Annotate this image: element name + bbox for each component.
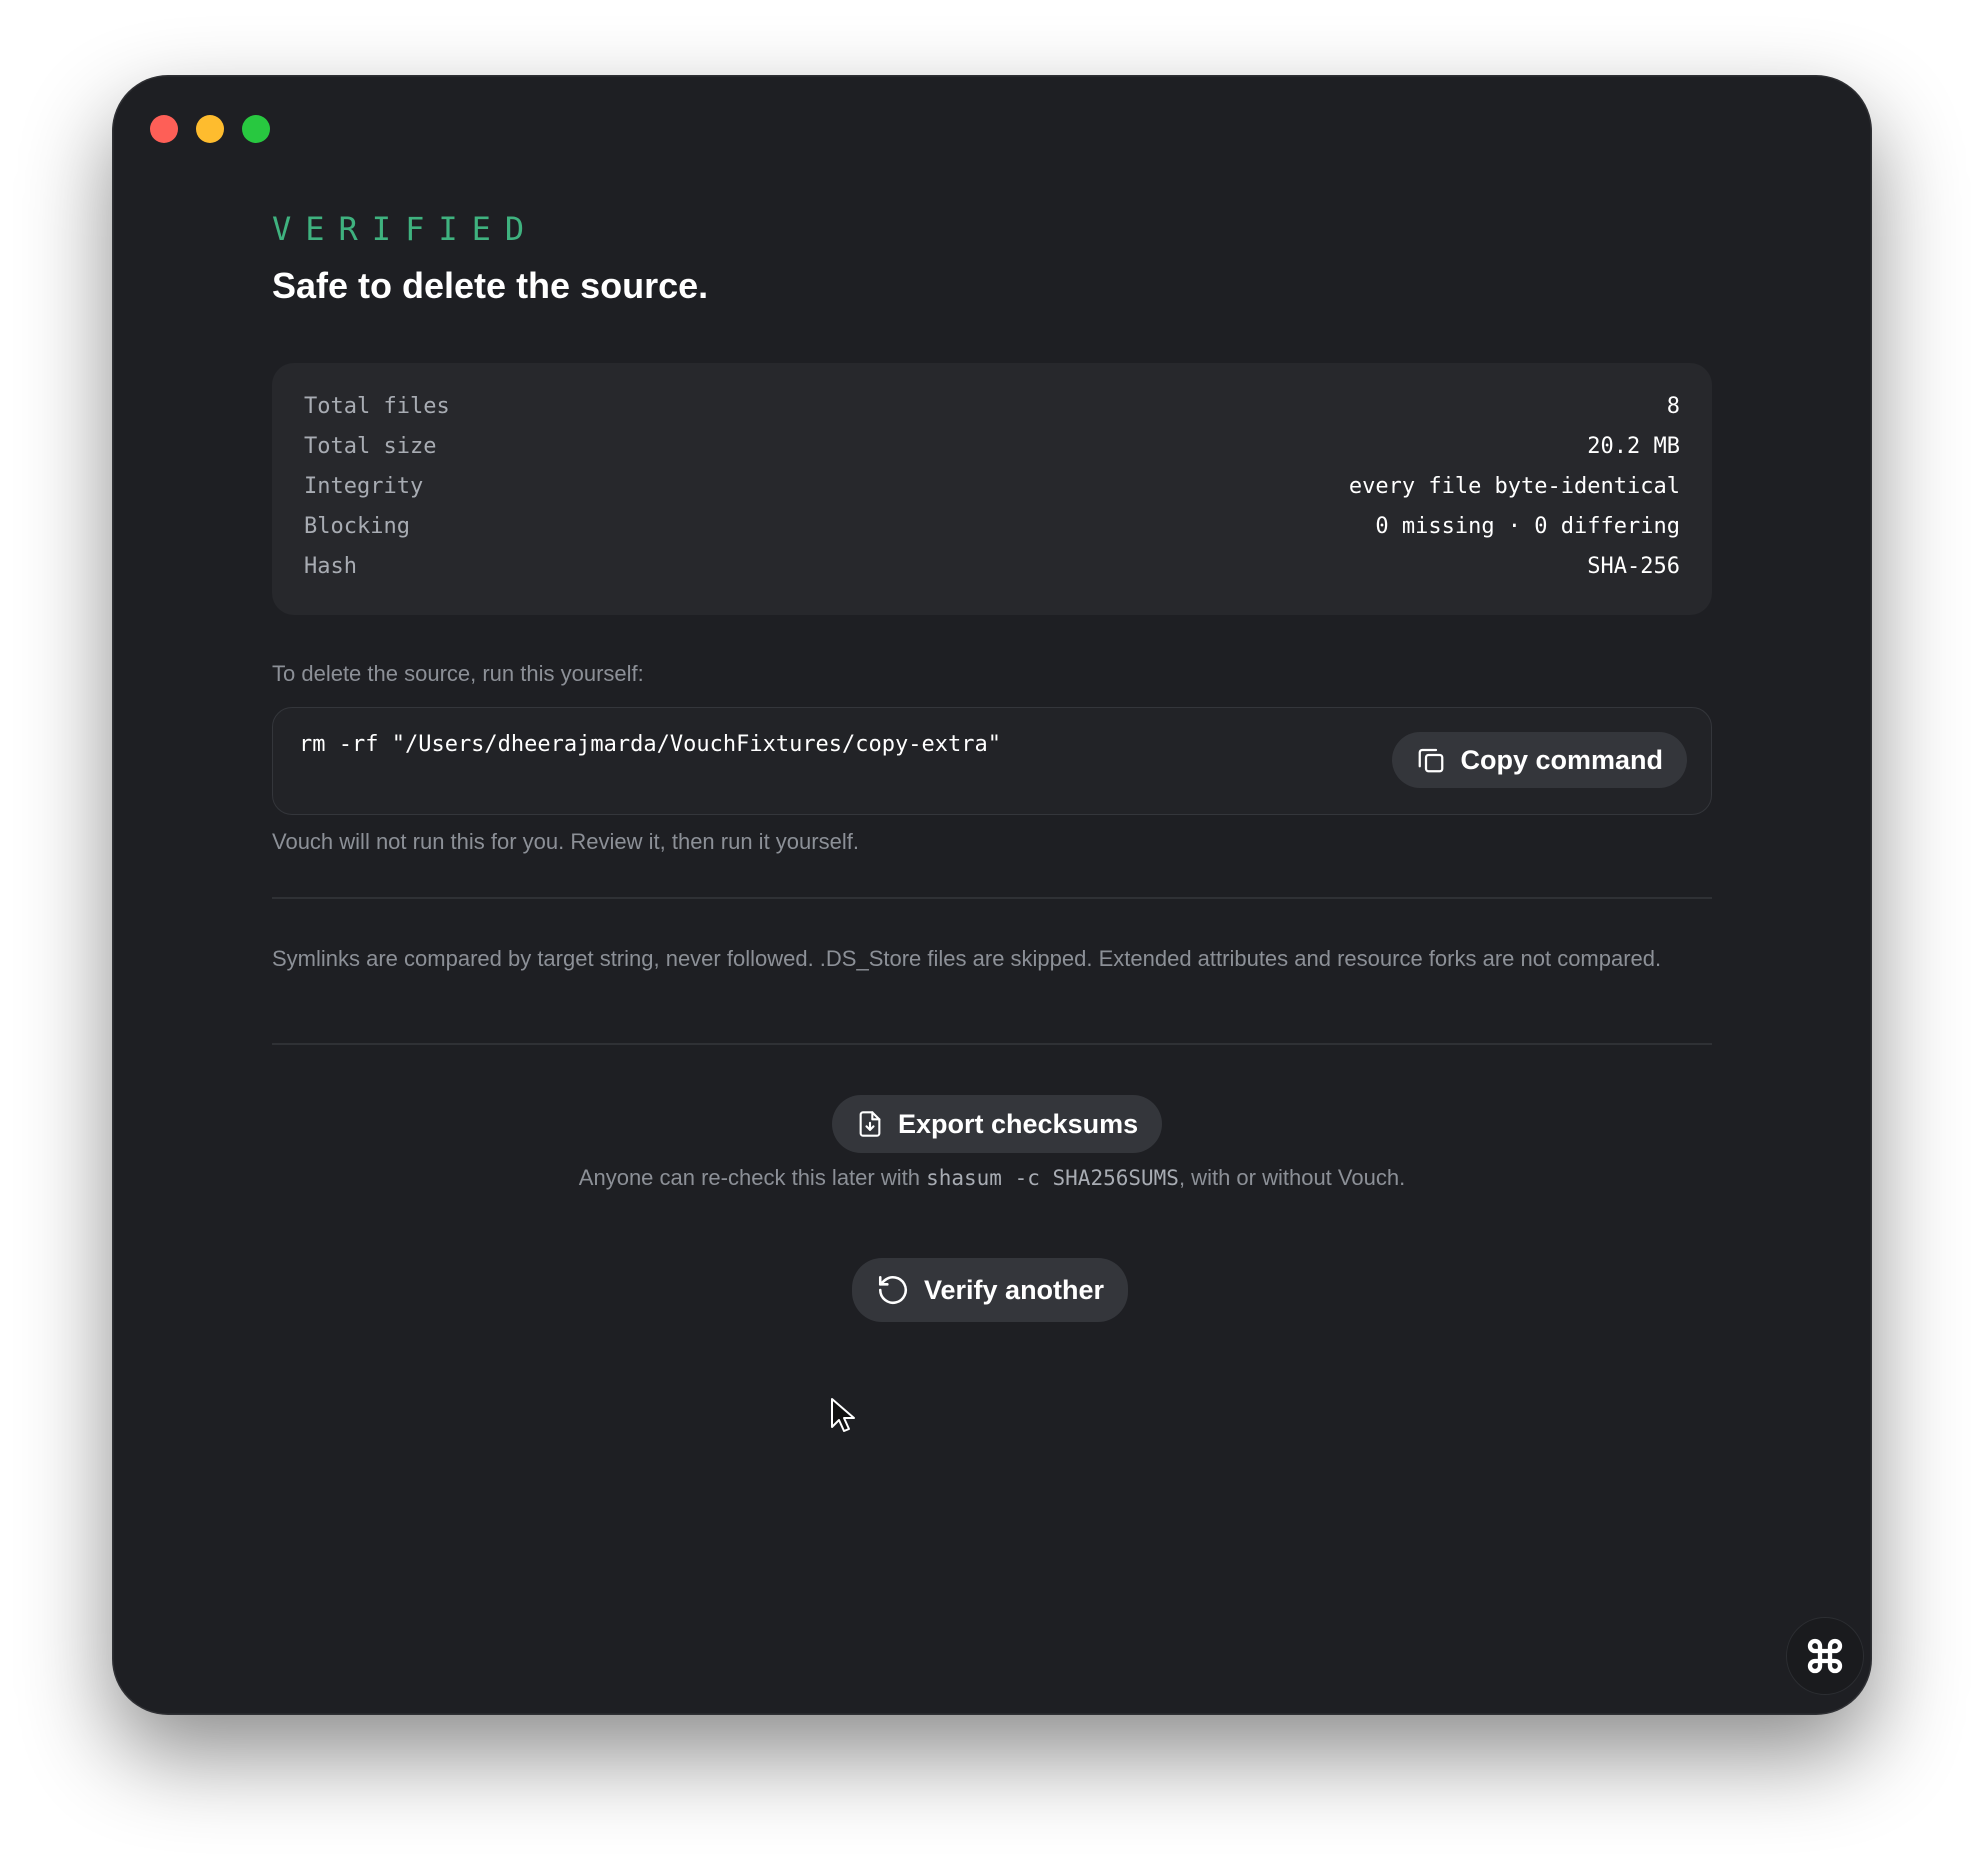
summary-row: Hash SHA-256	[304, 547, 1680, 587]
summary-label: Integrity	[304, 474, 424, 499]
export-checksums-button[interactable]: Export checksums	[832, 1095, 1163, 1153]
traffic-lights	[150, 115, 270, 143]
close-window-button[interactable]	[150, 115, 178, 143]
rotate-ccw-icon	[878, 1275, 908, 1305]
summary-value: 0 missing · 0 differing	[1375, 514, 1680, 539]
summary-label: Total size	[304, 434, 437, 459]
recheck-prefix: Anyone can re-check this later with	[578, 1165, 927, 1190]
recheck-hint: Anyone can re-check this later with shas…	[272, 1165, 1712, 1191]
command-icon	[1807, 1638, 1843, 1674]
summary-value: SHA-256	[1587, 554, 1680, 579]
export-checksums-label: Export checksums	[898, 1108, 1139, 1139]
summary-label: Hash	[304, 554, 357, 579]
summary-row: Total files 8	[304, 387, 1680, 427]
summary-value: every file byte-identical	[1348, 474, 1680, 499]
summary-row: Integrity every file byte-identical	[304, 467, 1680, 507]
command-box: rm -rf "/Users/dheerajmarda/VouchFixture…	[272, 707, 1712, 815]
summary-label: Blocking	[304, 514, 410, 539]
divider	[272, 897, 1712, 899]
delete-hint: To delete the source, run this yourself:	[272, 661, 644, 686]
recheck-suffix: , with or without Vouch.	[1178, 1165, 1406, 1190]
verify-another-label: Verify another	[924, 1274, 1105, 1305]
summary-row: Blocking 0 missing · 0 differing	[304, 507, 1680, 547]
copy-command-button[interactable]: Copy command	[1392, 732, 1687, 788]
divider	[272, 1043, 1712, 1045]
minimize-window-button[interactable]	[196, 115, 224, 143]
mouse-pointer-icon	[831, 1398, 855, 1432]
command-menu-button[interactable]	[1786, 1617, 1864, 1695]
copy-icon	[1419, 748, 1444, 773]
summary-value: 20.2 MB	[1587, 434, 1680, 459]
delete-command[interactable]: rm -rf "/Users/dheerajmarda/VouchFixture…	[299, 732, 1001, 757]
recheck-command: shasum -c SHA256SUMS	[926, 1166, 1179, 1190]
delete-warning: Vouch will not run this for you. Review …	[272, 829, 859, 854]
summary-label: Total files	[304, 394, 450, 419]
status-label: VERIFIED	[272, 210, 539, 248]
comparison-note: Symlinks are compared by target string, …	[272, 946, 1662, 971]
app-window: VERIFIED Safe to delete the source. Tota…	[112, 75, 1872, 1715]
summary-row: Total size 20.2 MB	[304, 427, 1680, 467]
zoom-window-button[interactable]	[242, 115, 270, 143]
file-download-icon	[859, 1111, 881, 1137]
copy-command-label: Copy command	[1460, 744, 1663, 775]
summary-card: Total files 8 Total size 20.2 MB Integri…	[272, 363, 1712, 615]
page-title: Safe to delete the source.	[272, 265, 709, 306]
verify-another-button[interactable]: Verify another	[852, 1258, 1129, 1322]
summary-value: 8	[1666, 394, 1680, 419]
